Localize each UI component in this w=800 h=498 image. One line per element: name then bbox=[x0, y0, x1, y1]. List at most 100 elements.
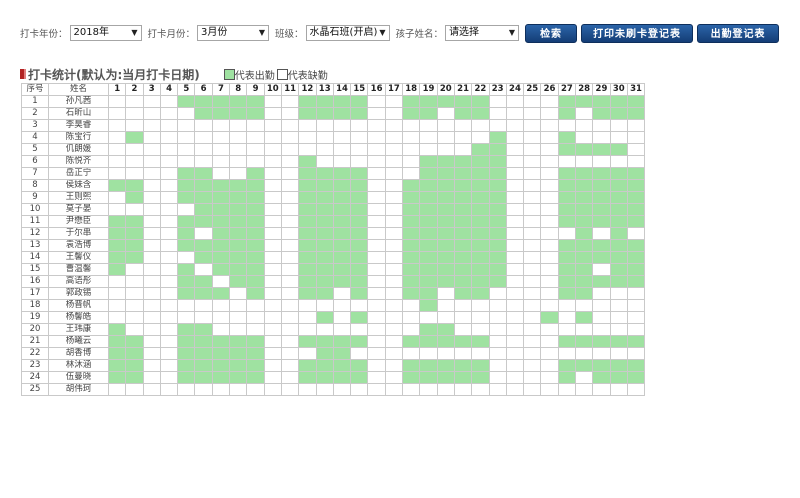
attendance-cell-present bbox=[575, 335, 594, 348]
attendance-cell-absent bbox=[367, 311, 386, 324]
attendance-cell-present bbox=[332, 95, 352, 108]
attendance-cell-present bbox=[557, 191, 577, 204]
attendance-cell-absent bbox=[384, 323, 404, 336]
attendance-cell-present bbox=[298, 215, 317, 228]
month-label: 打卡月份： bbox=[147, 29, 196, 40]
attendance-cell-present bbox=[402, 251, 421, 264]
attendance-cell-absent bbox=[384, 383, 404, 396]
attendance-cell-absent bbox=[523, 107, 542, 120]
attendance-cell-absent bbox=[125, 287, 144, 300]
attendance-cell-absent bbox=[159, 119, 179, 132]
attendance-cell-present bbox=[471, 107, 490, 120]
attendance-cell-absent bbox=[367, 239, 386, 252]
attendance-cell-absent bbox=[453, 143, 473, 156]
attendance-cell-absent bbox=[263, 359, 282, 372]
attendance-cell-absent bbox=[419, 131, 438, 144]
attendance-cell-absent bbox=[609, 383, 628, 396]
attendance-cell-present bbox=[609, 275, 628, 288]
attendance-cell-present bbox=[229, 203, 248, 216]
attendance-cell-present bbox=[125, 239, 144, 252]
attendance-cell-present bbox=[471, 143, 490, 156]
attendance-cell-present bbox=[419, 275, 438, 288]
attendance-cell-present bbox=[350, 311, 369, 324]
attendance-cell-absent bbox=[298, 347, 317, 360]
attendance-cell-absent bbox=[159, 179, 179, 192]
attendance-cell-present bbox=[592, 143, 611, 156]
attendance-cell-absent bbox=[540, 119, 559, 132]
attendance-cell-present bbox=[626, 335, 646, 348]
table-row: 19 杨馨皓 bbox=[21, 311, 646, 324]
attendance-cell-present bbox=[107, 359, 127, 372]
attendance-cell-absent bbox=[280, 191, 300, 204]
attendance-cell-present bbox=[436, 215, 455, 228]
attendance-cell-present bbox=[488, 251, 507, 264]
year-select[interactable]: 2018年 ▼ bbox=[69, 25, 142, 41]
attendance-cell-present bbox=[626, 107, 646, 120]
attendance-cell-present bbox=[402, 287, 421, 300]
attendance-cell-absent bbox=[523, 239, 542, 252]
attendance-cell-present bbox=[246, 239, 265, 252]
attendance-cell-present bbox=[315, 203, 334, 216]
attendance-cell-present bbox=[332, 107, 352, 120]
child-name-select[interactable]: 请选择 ▼ bbox=[445, 25, 520, 41]
attendance-cell-absent bbox=[540, 263, 559, 276]
student-name: 高语彤 bbox=[48, 275, 109, 288]
attendance-cell-absent bbox=[315, 299, 334, 312]
attendance-cell-present bbox=[125, 371, 144, 384]
attendance-register-button[interactable]: 出勤登记表 bbox=[697, 23, 780, 43]
attendance-cell-absent bbox=[332, 299, 352, 312]
student-name: 王玮康 bbox=[48, 323, 109, 336]
student-name: 陈宝行 bbox=[48, 131, 109, 144]
attendance-cell-present bbox=[488, 215, 507, 228]
attendance-cell-absent bbox=[609, 131, 628, 144]
attendance-cell-absent bbox=[142, 251, 161, 264]
attendance-cell-present bbox=[246, 203, 265, 216]
row-index: 4 bbox=[21, 131, 49, 144]
attendance-cell-present bbox=[229, 263, 248, 276]
attendance-cell-absent bbox=[384, 263, 404, 276]
header-day: 16 bbox=[367, 83, 386, 96]
attendance-cell-absent bbox=[107, 167, 127, 180]
attendance-cell-present bbox=[350, 263, 369, 276]
attendance-cell-absent bbox=[609, 119, 628, 132]
attendance-cell-absent bbox=[125, 107, 144, 120]
attendance-cell-absent bbox=[523, 383, 542, 396]
search-button[interactable]: 检索 bbox=[525, 23, 578, 43]
attendance-cell-absent bbox=[471, 299, 490, 312]
attendance-cell-absent bbox=[488, 371, 507, 384]
attendance-cell-absent bbox=[505, 299, 525, 312]
attendance-cell-absent bbox=[505, 95, 525, 108]
attendance-cell-absent bbox=[540, 203, 559, 216]
attendance-cell-absent bbox=[142, 203, 161, 216]
header-day: 9 bbox=[246, 83, 265, 96]
attendance-cell-present bbox=[332, 263, 352, 276]
child-name-label: 孩子姓名： bbox=[395, 29, 444, 40]
attendance-cell-absent bbox=[177, 155, 196, 168]
attendance-cell-absent bbox=[280, 263, 300, 276]
attendance-cell-present bbox=[575, 203, 594, 216]
attendance-cell-absent bbox=[280, 95, 300, 108]
attendance-cell-absent bbox=[142, 311, 161, 324]
attendance-cell-present bbox=[626, 167, 646, 180]
attendance-cell-present bbox=[211, 215, 231, 228]
attendance-cell-absent bbox=[177, 203, 196, 216]
attendance-cell-absent bbox=[540, 215, 559, 228]
attendance-cell-present bbox=[246, 179, 265, 192]
attendance-cell-absent bbox=[177, 311, 196, 324]
attendance-cell-present bbox=[436, 167, 455, 180]
attendance-cell-absent bbox=[125, 95, 144, 108]
attendance-cell-absent bbox=[557, 227, 577, 240]
attendance-cell-present bbox=[419, 299, 438, 312]
attendance-cell-present bbox=[211, 359, 231, 372]
print-unpunched-register-button[interactable]: 打印未刷卡登记表 bbox=[581, 23, 694, 43]
attendance-cell-present bbox=[246, 347, 265, 360]
month-select[interactable]: 3月份 ▼ bbox=[197, 25, 270, 41]
attendance-cell-present bbox=[488, 227, 507, 240]
attendance-cell-absent bbox=[332, 119, 352, 132]
class-select[interactable]: 水晶石班(开启) ▼ bbox=[305, 25, 390, 41]
table-row: 18 杨晋帆 bbox=[21, 299, 646, 312]
attendance-cell-absent bbox=[523, 143, 542, 156]
attendance-cell-absent bbox=[436, 383, 455, 396]
attendance-cell-absent bbox=[384, 203, 404, 216]
attendance-cell-absent bbox=[505, 215, 525, 228]
